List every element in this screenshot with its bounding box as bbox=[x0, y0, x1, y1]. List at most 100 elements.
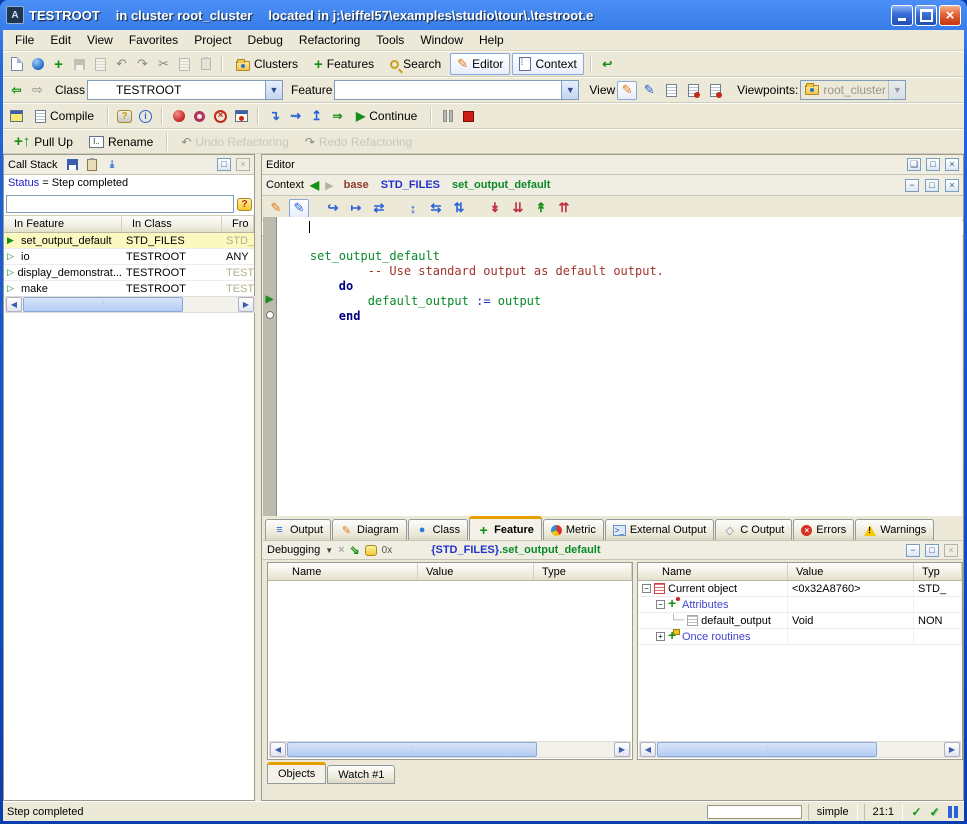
minimize-button[interactable] bbox=[891, 5, 913, 26]
object-tree-row[interactable]: −Current object<0x32A8760>STD_ bbox=[638, 581, 962, 597]
scroll-right-icon[interactable]: ▶ bbox=[944, 742, 960, 757]
code-area[interactable]: ▶ set_output_default -- Use standard out… bbox=[263, 217, 962, 516]
basic-view-icon[interactable]: ↪ bbox=[323, 199, 343, 218]
callers-icon[interactable]: ↡ bbox=[485, 199, 505, 218]
menu-item-refactoring[interactable]: Refactoring bbox=[291, 31, 368, 49]
new-feature-icon[interactable]: ✎ bbox=[289, 199, 309, 218]
import-stack-icon[interactable]: ⤓ bbox=[105, 156, 120, 174]
class-combo[interactable]: TESTROOT ▼ bbox=[87, 80, 283, 100]
continue-button[interactable]: ▶ Continue bbox=[349, 105, 424, 127]
step-into-icon[interactable]: ↴ bbox=[265, 107, 284, 125]
menu-item-window[interactable]: Window bbox=[412, 31, 471, 49]
hint-bubble-icon[interactable] bbox=[365, 545, 377, 556]
collapse-toggle-icon[interactable]: − bbox=[642, 584, 651, 593]
step-out-icon[interactable]: ↥ bbox=[307, 107, 326, 125]
menu-item-edit[interactable]: Edit bbox=[42, 31, 79, 49]
call-stack-row[interactable]: ▷makeTESTROOTTEST bbox=[4, 281, 254, 297]
debug-run-ignore-icon[interactable] bbox=[190, 107, 209, 125]
watch-table-hscrollbar[interactable]: ◀ ▶ bbox=[269, 741, 631, 758]
object-tree-row[interactable]: └─default_outputVoidNON bbox=[638, 613, 962, 629]
menu-item-file[interactable]: File bbox=[7, 31, 42, 49]
tab-watch-1[interactable]: Watch #1 bbox=[327, 765, 395, 784]
tab-class[interactable]: Class bbox=[408, 519, 469, 540]
debug-kill-icon[interactable]: × bbox=[211, 107, 230, 125]
tab-external-output[interactable]: External Output bbox=[605, 519, 714, 540]
tab-feature[interactable]: Feature bbox=[469, 516, 542, 540]
feature-combo[interactable]: ▼ bbox=[334, 80, 579, 100]
call-stack-row[interactable]: ▶set_output_defaultSTD_FILESSTD_ bbox=[4, 233, 254, 249]
stop-icon[interactable] bbox=[459, 107, 478, 125]
menu-item-project[interactable]: Project bbox=[186, 31, 239, 49]
pull-up-button[interactable]: +↑ Pull Up bbox=[7, 131, 80, 153]
descendants-icon[interactable]: ⇈ bbox=[554, 199, 574, 218]
context-minimize-icon[interactable]: − bbox=[905, 179, 919, 192]
editor-gutter[interactable]: ▶ bbox=[263, 217, 277, 516]
scroll-left-icon[interactable]: ◀ bbox=[640, 742, 656, 757]
debugging-maximize-icon[interactable]: □ bbox=[925, 544, 939, 557]
menu-item-help[interactable]: Help bbox=[471, 31, 512, 49]
context-crumb-std_files[interactable]: STD_FILES bbox=[381, 179, 440, 191]
context-back-icon[interactable]: ◀ bbox=[310, 178, 319, 192]
code-text[interactable]: set_output_default -- Use standard outpu… bbox=[277, 217, 962, 516]
view-flat-icon[interactable] bbox=[661, 81, 681, 100]
rename-button[interactable]: I.. Rename bbox=[82, 131, 160, 153]
history-back-icon[interactable]: ⇦ bbox=[7, 81, 26, 99]
call-stack-row[interactable]: ▷ioTESTROOTANY bbox=[4, 249, 254, 265]
menu-item-favorites[interactable]: Favorites bbox=[121, 31, 186, 49]
call-stack-hscrollbar[interactable]: ◀ ▶ bbox=[5, 296, 255, 313]
info-icon[interactable]: i bbox=[136, 107, 155, 125]
debugging-minimize-icon[interactable]: − bbox=[906, 544, 920, 557]
context-close-icon[interactable]: × bbox=[945, 179, 959, 192]
tab-diagram[interactable]: Diagram bbox=[332, 519, 407, 540]
menu-item-tools[interactable]: Tools bbox=[368, 31, 412, 49]
hex-toggle[interactable]: 0x bbox=[382, 545, 393, 556]
pause-icon[interactable] bbox=[438, 107, 457, 125]
clickable-view-icon[interactable]: ↦ bbox=[346, 199, 366, 218]
object-tree-row[interactable]: −Attributes bbox=[638, 597, 962, 613]
editor-close-icon[interactable]: × bbox=[945, 158, 959, 171]
edit-feature-icon[interactable]: ✎ bbox=[266, 199, 286, 218]
open-icon[interactable] bbox=[28, 55, 47, 73]
flat-contracts-view-icon[interactable]: ⇅ bbox=[449, 199, 469, 218]
tab-errors[interactable]: Errors bbox=[793, 519, 854, 540]
view-clickable-icon[interactable]: ✎ bbox=[639, 81, 659, 100]
evaluate-icon[interactable]: ⇘ bbox=[350, 543, 360, 557]
scroll-left-icon[interactable]: ◀ bbox=[6, 297, 22, 312]
breakpoint-slot-icon[interactable] bbox=[266, 311, 274, 319]
tab-c-output[interactable]: C Output bbox=[715, 519, 792, 540]
features-button[interactable]: + Features bbox=[307, 53, 381, 75]
tab-output[interactable]: Output bbox=[265, 519, 331, 540]
send-to-tool-icon[interactable]: ↩ bbox=[598, 55, 617, 73]
view-interface-icon[interactable] bbox=[705, 81, 725, 100]
debug-run-icon[interactable] bbox=[169, 107, 188, 125]
expand-toggle-icon[interactable]: + bbox=[656, 632, 665, 641]
compile-button[interactable]: Compile bbox=[28, 105, 101, 127]
ancestors-icon[interactable]: ↟ bbox=[531, 199, 551, 218]
view-contract-icon[interactable] bbox=[683, 81, 703, 100]
scroll-right-icon[interactable]: ▶ bbox=[614, 742, 630, 757]
feature-combo-arrow-icon[interactable]: ▼ bbox=[561, 81, 578, 99]
tool-windows-icon[interactable] bbox=[7, 107, 26, 125]
scroll-left-icon[interactable]: ◀ bbox=[270, 742, 286, 757]
menu-item-view[interactable]: View bbox=[79, 31, 121, 49]
context-crumb-set_output_default[interactable]: set_output_default bbox=[452, 179, 550, 191]
run-to-cursor-icon[interactable]: ⇒ bbox=[328, 107, 347, 125]
editor-maximize-icon[interactable]: □ bbox=[926, 158, 940, 171]
class-combo-arrow-icon[interactable]: ▼ bbox=[265, 81, 282, 99]
scroll-right-icon[interactable]: ▶ bbox=[238, 297, 254, 312]
search-button[interactable]: Search bbox=[383, 53, 448, 75]
breakpoints-window-icon[interactable] bbox=[232, 107, 251, 125]
menu-item-debug[interactable]: Debug bbox=[240, 31, 291, 49]
editor-toggle-button[interactable]: ✎ Editor bbox=[450, 53, 510, 75]
view-editor-icon[interactable]: ✎ bbox=[617, 81, 637, 100]
close-button[interactable] bbox=[939, 5, 961, 26]
clusters-button[interactable]: Clusters bbox=[229, 53, 305, 75]
object-tree-row[interactable]: +Once routines bbox=[638, 629, 962, 645]
flat-view-icon[interactable]: ⇄ bbox=[369, 199, 389, 218]
context-toggle-button[interactable]: Context bbox=[512, 53, 583, 75]
stack-filter-input[interactable] bbox=[6, 195, 234, 213]
add-icon[interactable]: + bbox=[49, 55, 68, 73]
save-stack-icon[interactable] bbox=[65, 156, 80, 174]
debugging-menu-arrow-icon[interactable]: ▼ bbox=[325, 546, 333, 555]
tab-objects[interactable]: Objects bbox=[267, 762, 326, 784]
